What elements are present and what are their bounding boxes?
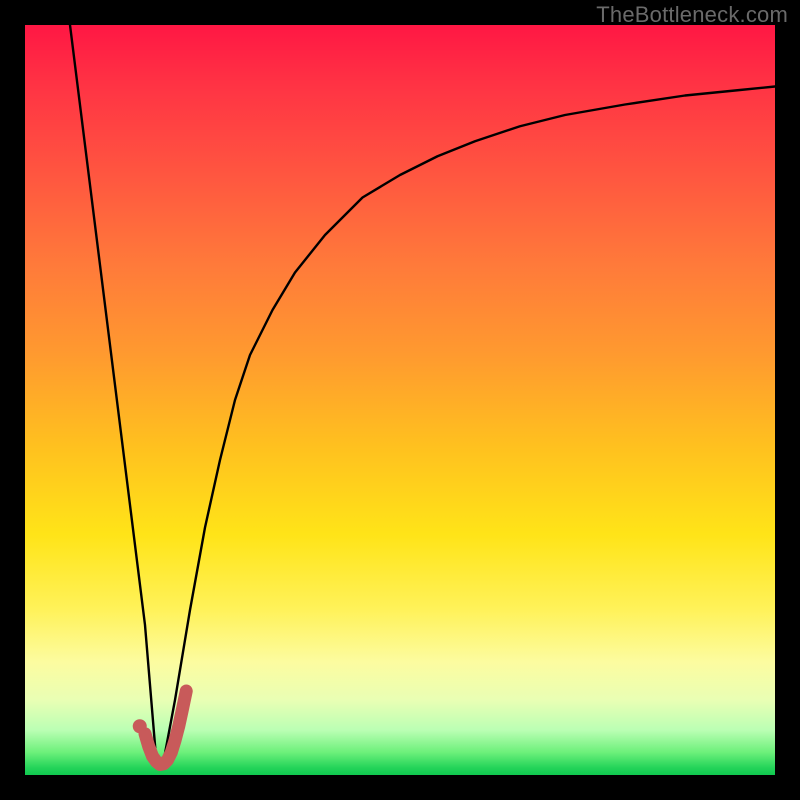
curve-layer <box>25 25 775 775</box>
optimal-marker-dot <box>133 719 147 733</box>
bottleneck-curve <box>70 25 775 760</box>
chart-frame: TheBottleneck.com <box>0 0 800 800</box>
plot-area <box>25 25 775 775</box>
